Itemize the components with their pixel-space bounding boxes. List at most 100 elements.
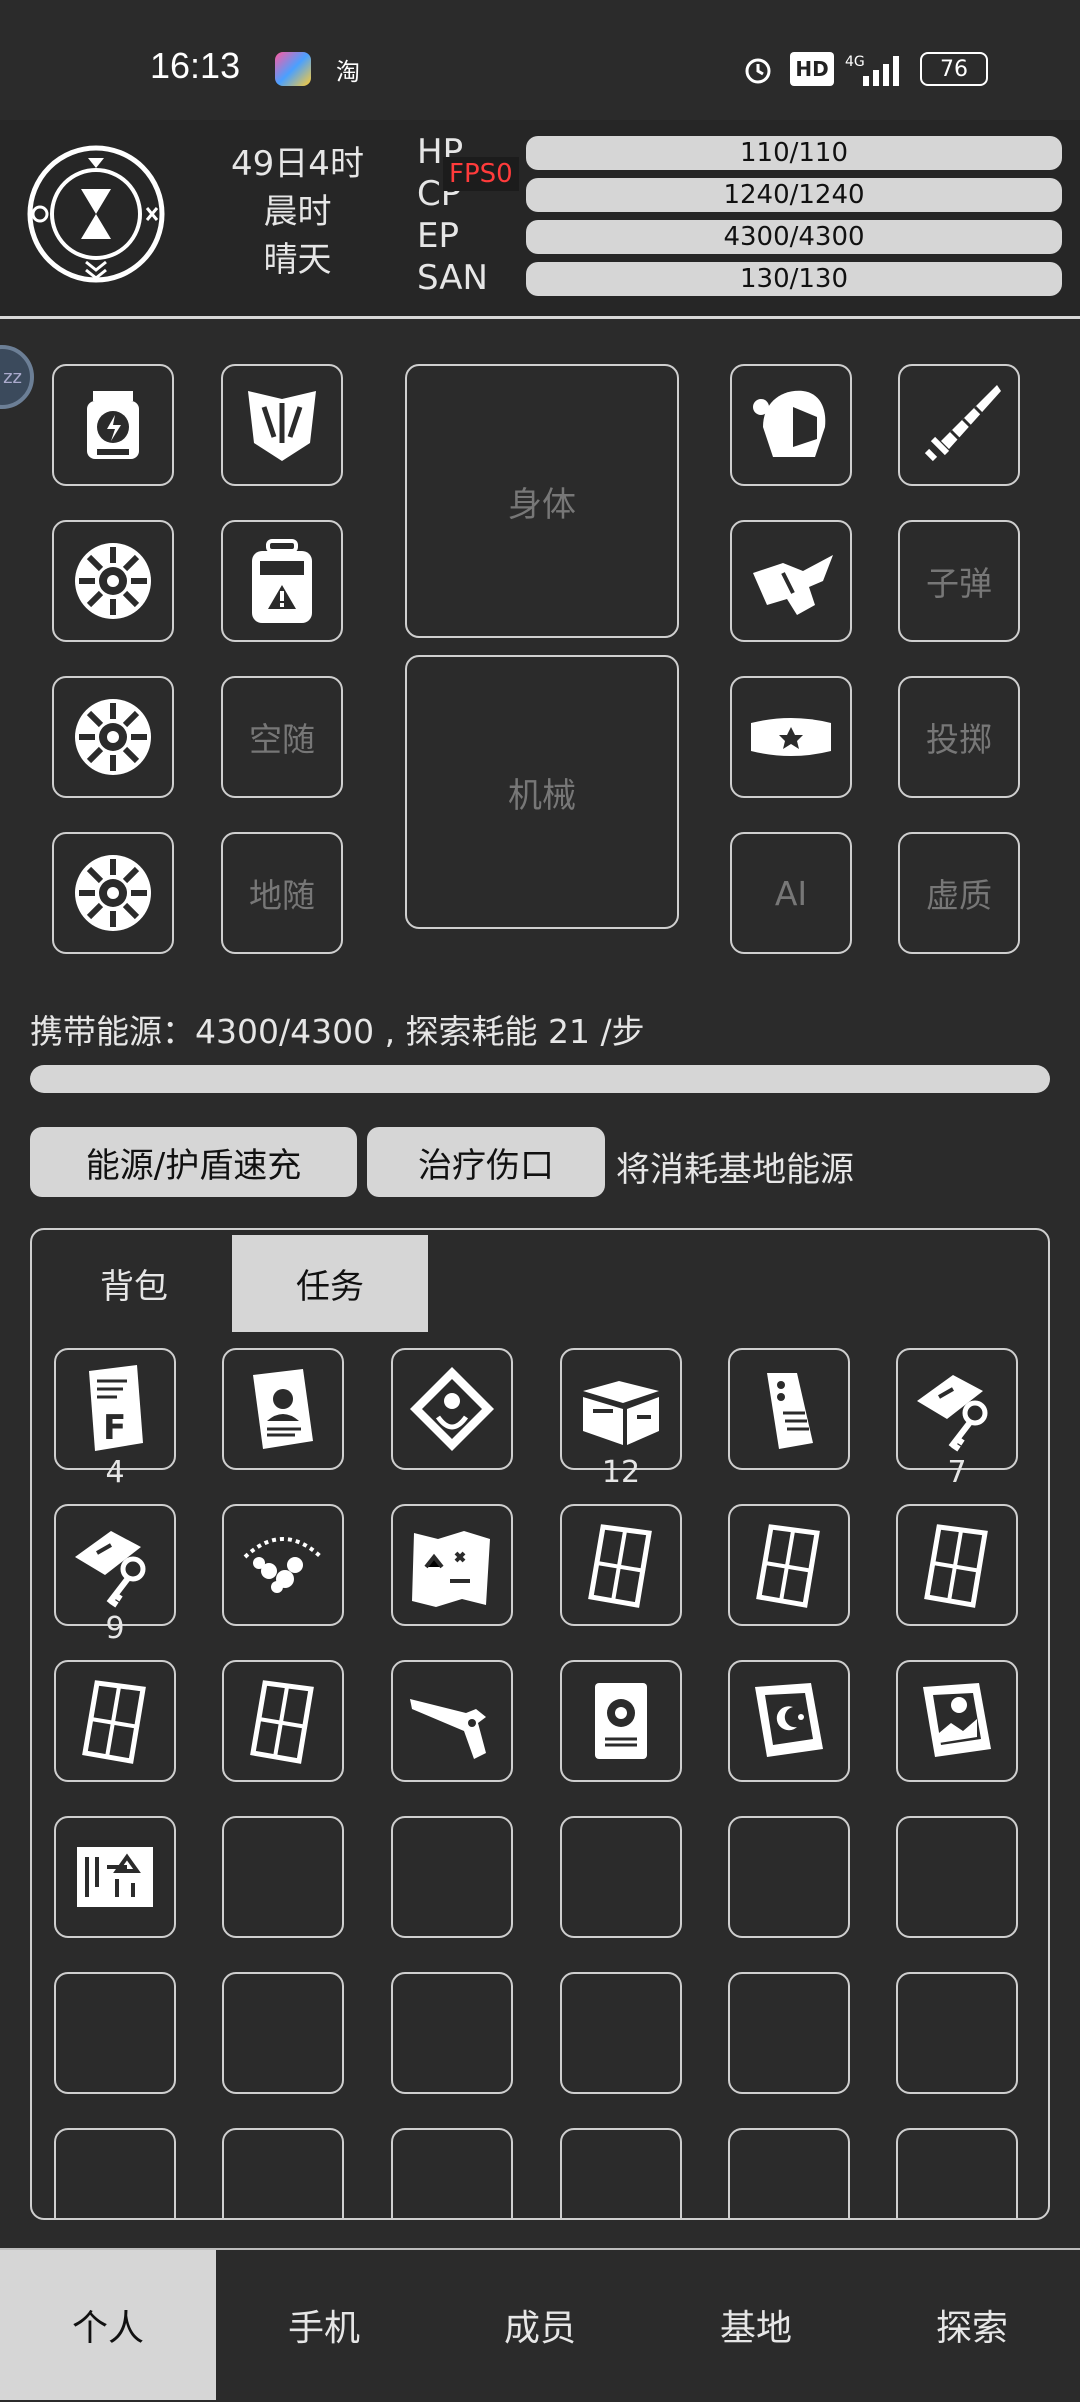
equip-slot-body[interactable]: 身体: [405, 364, 679, 638]
header-panel: 49日4时 晨时 晴天 HP CP EP SAN 110/110 1240/12…: [0, 120, 1080, 319]
item-empty[interactable]: [728, 2128, 850, 2218]
helmet-icon: [753, 390, 826, 457]
item-count: 7: [947, 1455, 967, 1490]
item-file[interactable]: F: [54, 1348, 176, 1470]
item-paper-4[interactable]: [54, 1660, 176, 1782]
item-empty[interactable]: [896, 1972, 1018, 2094]
equip-slot-sword[interactable]: [898, 364, 1020, 486]
equip-slot-throw[interactable]: 投掷: [898, 676, 1020, 798]
gear-chip-icon: [75, 543, 151, 619]
equip-slot-mask[interactable]: [221, 364, 343, 486]
nav-tab-personal[interactable]: 个人: [0, 2250, 216, 2400]
item-rune[interactable]: [391, 1348, 513, 1470]
sun-book-icon: [923, 1683, 991, 1757]
item-paper-2[interactable]: [728, 1504, 850, 1626]
item-empty[interactable]: [896, 1816, 1018, 1938]
item-empty[interactable]: [391, 1972, 513, 2094]
equip-slot-mech[interactable]: 机械: [405, 655, 679, 929]
equip-slot-belt[interactable]: [730, 676, 852, 798]
diamond-rune-icon: [410, 1367, 494, 1451]
tab-backpack[interactable]: 背包: [36, 1235, 232, 1332]
equip-slot-chip-2[interactable]: [52, 676, 174, 798]
item-empty[interactable]: [560, 2128, 682, 2218]
item-paper-1[interactable]: [560, 1504, 682, 1626]
key-tag-icon: [75, 1531, 146, 1608]
item-necklace[interactable]: [222, 1504, 344, 1626]
item-night-book[interactable]: [728, 1660, 850, 1782]
sword-icon: [924, 385, 1001, 462]
item-paper-5[interactable]: [222, 1660, 344, 1782]
item-pistol[interactable]: [391, 1660, 513, 1782]
item-empty[interactable]: [222, 1972, 344, 2094]
gear-book-icon: [595, 1683, 647, 1759]
body-slot-label: 身体: [508, 484, 576, 525]
item-empty[interactable]: [222, 2128, 344, 2218]
battery-pack-icon: [87, 391, 139, 459]
item-id-card[interactable]: [222, 1348, 344, 1470]
nav-tab-members[interactable]: 成员: [432, 2250, 648, 2400]
item-empty[interactable]: [728, 1972, 850, 2094]
paper-icon: [588, 1524, 652, 1608]
equip-slot-chip-1[interactable]: [52, 520, 174, 642]
item-empty[interactable]: [222, 1816, 344, 1938]
san-label: SAN: [417, 258, 488, 298]
item-empty[interactable]: [896, 2128, 1018, 2218]
tab-tasks[interactable]: 任务: [232, 1235, 428, 1332]
equip-slot-chip-3[interactable]: [52, 832, 174, 954]
item-empty[interactable]: [391, 2128, 513, 2218]
nav-tab-explore[interactable]: 探索: [864, 2250, 1080, 2400]
sleep-badge[interactable]: zz: [0, 345, 34, 409]
equip-slot-ai[interactable]: AI: [730, 832, 852, 954]
equip-slot-ground[interactable]: 地随: [221, 832, 343, 954]
san-bar: 130/130: [526, 262, 1062, 296]
weather-text: 晴天: [263, 240, 332, 280]
item-empty[interactable]: [54, 2128, 176, 2218]
item-empty[interactable]: [560, 1816, 682, 1938]
item-empty[interactable]: [728, 1816, 850, 1938]
item-circuit[interactable]: [54, 1816, 176, 1938]
gear-chip-icon: [75, 855, 151, 931]
bullet-slot-label: 子弹: [926, 564, 992, 603]
base-energy-note: 将消耗基地能源: [616, 1150, 854, 1190]
circuit-board-icon: [77, 1847, 153, 1907]
fps-counter: FPS0: [443, 157, 519, 191]
item-manual[interactable]: [560, 1660, 682, 1782]
item-card[interactable]: [728, 1348, 850, 1470]
svg-text:F: F: [103, 1408, 126, 1448]
item-count: 9: [105, 1611, 125, 1646]
id-document-icon: [253, 1369, 313, 1449]
air-slot-label: 空随: [249, 720, 315, 759]
item-keycard-1[interactable]: [896, 1348, 1018, 1470]
recharge-button[interactable]: 能源/护盾速充: [30, 1127, 357, 1197]
item-count: 4: [105, 1455, 125, 1490]
ep-label: EP: [417, 216, 459, 256]
equip-slot-battery[interactable]: [52, 364, 174, 486]
item-paper-3[interactable]: [896, 1504, 1018, 1626]
item-crate[interactable]: [560, 1348, 682, 1470]
item-sun-book[interactable]: [896, 1660, 1018, 1782]
item-map[interactable]: [391, 1504, 513, 1626]
key-tag-icon: [917, 1375, 988, 1452]
treasure-map-icon: [412, 1531, 490, 1607]
energy-text: 携带能源：4300/4300 , 探索耗能 21 /步: [30, 1012, 645, 1051]
heal-button[interactable]: 治疗伤口: [367, 1127, 605, 1197]
item-empty[interactable]: [54, 1972, 176, 2094]
belt-icon: [751, 718, 831, 756]
item-empty[interactable]: [560, 1972, 682, 2094]
nav-tab-phone[interactable]: 手机: [216, 2250, 432, 2400]
equip-slot-backpack[interactable]: [221, 520, 343, 642]
time-control-icon[interactable]: [26, 144, 166, 284]
equip-slot-gloves[interactable]: [730, 520, 852, 642]
equip-slot-air[interactable]: 空随: [221, 676, 343, 798]
nav-tab-base[interactable]: 基地: [648, 2250, 864, 2400]
app-notification-icon: [275, 52, 311, 86]
equip-slot-void[interactable]: 虚质: [898, 832, 1020, 954]
equip-slot-helmet[interactable]: [730, 364, 852, 486]
item-keycard-2[interactable]: [54, 1504, 176, 1626]
mech-slot-label: 机械: [508, 775, 576, 816]
paper-icon: [924, 1524, 988, 1608]
equip-slot-bullet[interactable]: 子弹: [898, 520, 1020, 642]
status-bar: 16:13 淘 HD 4G 76: [0, 0, 1080, 120]
item-empty[interactable]: [391, 1816, 513, 1938]
item-count: 12: [601, 1455, 641, 1490]
